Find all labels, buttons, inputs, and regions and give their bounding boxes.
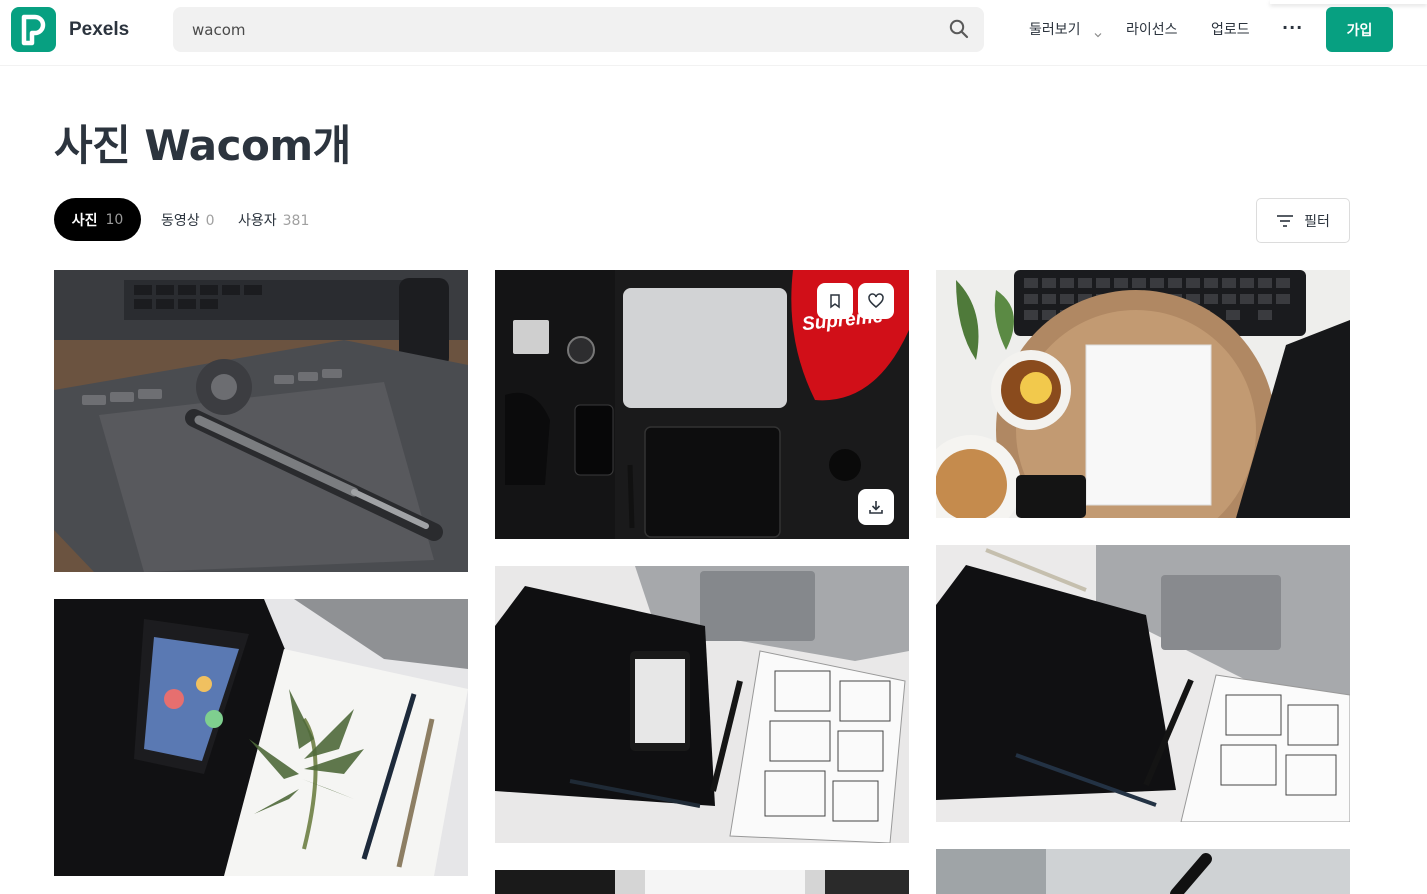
search-icon[interactable]: [948, 18, 970, 40]
like-button[interactable]: [858, 283, 894, 319]
bookmark-button[interactable]: [817, 283, 853, 319]
nav-license[interactable]: 라이선스: [1126, 19, 1178, 39]
heart-icon: [868, 293, 884, 308]
chevron-down-icon[interactable]: [1094, 24, 1102, 38]
nav-upload[interactable]: 업로드: [1211, 19, 1250, 39]
tab-photos[interactable]: 사진 10: [54, 198, 141, 241]
photo-partial-middle[interactable]: [495, 870, 909, 894]
more-menu-button[interactable]: ···: [1282, 20, 1303, 36]
logo-text[interactable]: Pexels: [69, 19, 129, 41]
photo-partial-right[interactable]: [936, 849, 1350, 894]
nav-explore[interactable]: 둘러보기: [1029, 19, 1081, 39]
tab-videos-label: 동영상: [161, 213, 200, 229]
filter-icon: [1277, 214, 1294, 227]
photo-keyboard-tea[interactable]: [936, 270, 1350, 518]
search-input[interactable]: [173, 7, 933, 52]
download-icon: [869, 501, 883, 514]
tab-users-label: 사용자: [238, 213, 277, 229]
page-title: 사진 Wacom개: [54, 121, 351, 170]
search-bar: [173, 7, 984, 52]
download-button[interactable]: [858, 489, 894, 525]
tab-users-count: 381: [282, 213, 310, 229]
bookmark-icon: [830, 294, 840, 309]
join-button[interactable]: 가입: [1326, 7, 1393, 52]
tab-videos-count: 0: [205, 213, 215, 229]
tab-photos-label: 사진: [71, 212, 98, 229]
header-shadow: [1270, 0, 1427, 4]
photo-phone-palm[interactable]: [54, 599, 468, 876]
photo-tablet-pen[interactable]: [54, 270, 468, 572]
photo-flatlay-supreme[interactable]: Supreme: [495, 270, 909, 539]
tab-videos[interactable]: 동영상 0: [161, 210, 215, 230]
pexels-logo-icon[interactable]: [11, 7, 56, 52]
filter-button[interactable]: 필터: [1256, 198, 1350, 243]
tab-users[interactable]: 사용자 381: [238, 210, 309, 230]
photo-tablet-notebook[interactable]: [495, 566, 909, 843]
top-header: Pexels 둘러보기 라이선스 업로드 ··· 가입: [0, 0, 1427, 66]
photo-tablet-laptop[interactable]: [936, 545, 1350, 822]
filter-label: 필터: [1304, 213, 1330, 230]
tab-photos-count: 10: [105, 211, 124, 228]
